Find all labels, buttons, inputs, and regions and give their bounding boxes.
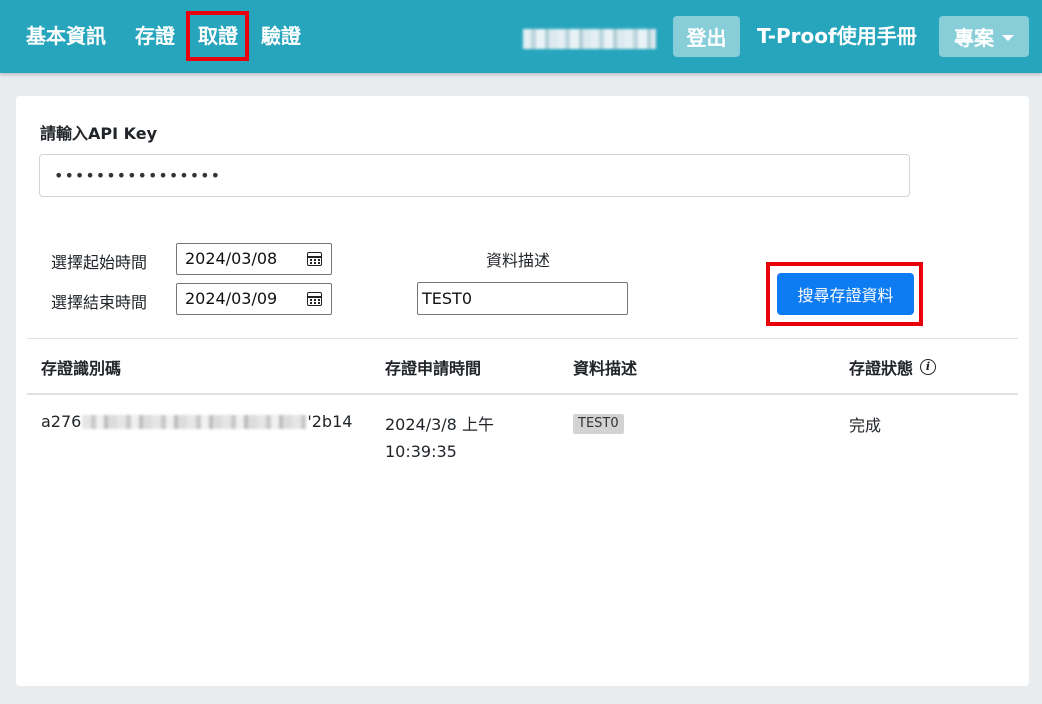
logout-button[interactable]: 登出: [673, 16, 740, 57]
nav-verify[interactable]: 驗證: [261, 20, 301, 52]
end-date-input[interactable]: 2024/03/09: [176, 283, 332, 315]
table-cell-status: 完成: [849, 416, 882, 435]
project-dropdown[interactable]: 專案: [939, 16, 1029, 57]
caret-down-icon: [1002, 34, 1014, 41]
highlight-box-retrieve: [186, 11, 249, 61]
description-badge: TEST0: [573, 414, 624, 434]
api-key-label: 請輸入API Key: [40, 124, 158, 143]
highlight-box-search: [766, 262, 923, 326]
nav-store[interactable]: 存證: [135, 20, 175, 52]
description-input[interactable]: TEST0: [417, 282, 628, 315]
column-header-status-label: 存證狀態: [849, 359, 914, 378]
calendar-icon[interactable]: [307, 292, 322, 306]
column-header-id: 存證識別碼: [41, 359, 122, 378]
start-date-value: 2024/03/08: [185, 249, 278, 268]
description-label: 資料描述: [486, 251, 551, 270]
start-date-input[interactable]: 2024/03/08: [176, 243, 332, 275]
table-cell-id: a276 '2b14: [41, 412, 352, 431]
column-header-status: 存證狀態 i: [849, 355, 937, 379]
record-time-clock: 10:39:35: [385, 442, 457, 461]
manual-link[interactable]: T-Proof使用手冊: [757, 20, 917, 52]
column-header-time: 存證申請時間: [385, 359, 482, 378]
api-key-input[interactable]: ••••••••••••••••: [39, 154, 910, 197]
table-top-divider: [27, 338, 1018, 339]
table-header-divider: [27, 393, 1018, 395]
table-cell-description: TEST0: [573, 412, 624, 434]
retrieve-card: 請輸入API Key •••••••••••••••• 選擇起始時間 2024/…: [16, 96, 1029, 686]
user-name-blurred: [523, 29, 656, 49]
record-id-suffix: '2b14: [307, 412, 353, 431]
table-cell-time: 2024/3/8 上午 10:39:35: [385, 411, 535, 465]
record-time-date: 2024/3/8 上午: [385, 415, 494, 434]
top-navbar: 基本資訊 存證 取證 驗證 登出 T-Proof使用手冊 專案: [0, 0, 1042, 73]
record-id-prefix: a276: [41, 412, 82, 431]
start-date-label: 選擇起始時間: [51, 253, 148, 272]
info-icon[interactable]: i: [920, 359, 937, 375]
end-date-value: 2024/03/09: [185, 289, 278, 308]
calendar-icon[interactable]: [307, 252, 322, 266]
project-dropdown-label: 專案: [954, 26, 994, 50]
end-date-label: 選擇結束時間: [51, 293, 148, 312]
record-id-blurred: [82, 414, 307, 429]
nav-basic-info[interactable]: 基本資訊: [26, 20, 106, 52]
column-header-description: 資料描述: [573, 359, 638, 378]
